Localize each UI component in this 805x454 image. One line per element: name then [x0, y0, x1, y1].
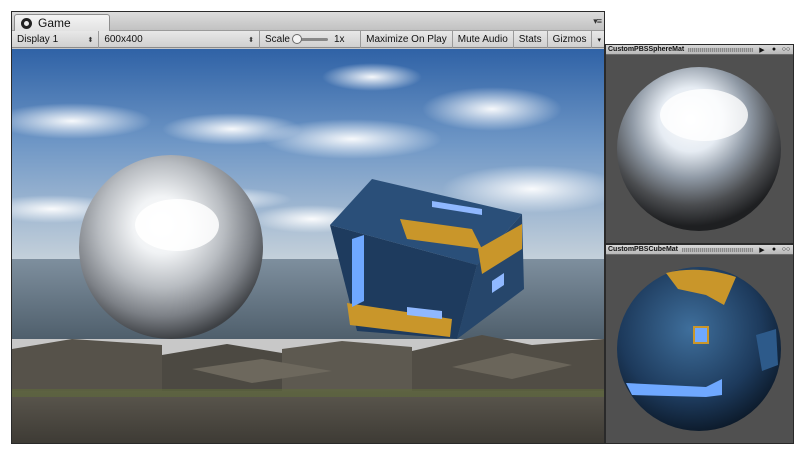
- tab-game[interactable]: Game: [14, 14, 110, 31]
- scale-slider[interactable]: [291, 34, 328, 44]
- mesh-sphere-icon[interactable]: ●: [769, 246, 779, 254]
- scale-label: Scale: [264, 34, 290, 45]
- drag-handle[interactable]: [688, 47, 753, 52]
- resolution-dropdown-label: 600x400: [104, 34, 143, 45]
- material-preview-sphere: CustomPBSSphereMat ▶ ● ○○: [605, 44, 794, 244]
- material-preview-cube: CustomPBSCubeMat ▶ ● ○○: [605, 244, 794, 444]
- moss-strip: [12, 389, 604, 397]
- maximize-on-play-button[interactable]: Maximize On Play: [361, 31, 453, 48]
- scale-value: 1x: [333, 34, 345, 45]
- resolution-dropdown[interactable]: 600x400 ⬍: [99, 31, 260, 48]
- preview-cube-mat-render: [617, 267, 781, 431]
- window-menu-icon[interactable]: ▾≡: [593, 16, 602, 27]
- scale-control: Scale 1x: [260, 31, 362, 48]
- preview-viewport[interactable]: [606, 55, 793, 243]
- display-dropdown-label: Display 1: [17, 34, 59, 45]
- play-icon[interactable]: ▶: [757, 246, 767, 254]
- game-scene: [12, 49, 604, 443]
- glow-square: [693, 326, 709, 344]
- dropdown-arrow-icon: ▾: [597, 36, 601, 44]
- scale-slider-knob[interactable]: [291, 34, 302, 44]
- sphere-highlight: [135, 199, 219, 251]
- game-window: Game ▾≡ Display 1 ⬍ 600x400 ⬍ Scale 1x M…: [11, 11, 605, 444]
- game-viewport[interactable]: [12, 49, 604, 443]
- gizmos-button[interactable]: Gizmos: [548, 31, 593, 48]
- unity-logo-icon: [21, 17, 32, 29]
- preview-sphere-highlight: [660, 89, 748, 141]
- mesh-sphere-icon[interactable]: ●: [769, 46, 779, 54]
- preview-title: CustomPBSCubeMat: [608, 246, 679, 253]
- stats-button[interactable]: Stats: [514, 31, 548, 48]
- preview-title: CustomPBSSphereMat: [608, 46, 685, 53]
- play-icon[interactable]: ▶: [757, 46, 767, 54]
- preview-sphere-render: [617, 67, 781, 231]
- light-toggle-icon[interactable]: ○○: [781, 246, 791, 254]
- gizmos-dropdown-arrow[interactable]: ▾: [592, 31, 604, 48]
- mute-audio-button[interactable]: Mute Audio: [453, 31, 514, 48]
- ground: [12, 391, 604, 443]
- preview-header: CustomPBSSphereMat ▶ ● ○○: [606, 45, 793, 55]
- tab-bar: Game ▾≡: [12, 12, 604, 31]
- updown-arrows-icon: ⬍: [248, 36, 254, 44]
- tab-game-label: Game: [38, 16, 71, 30]
- updown-arrows-icon: ⬍: [87, 36, 94, 44]
- preview-viewport[interactable]: [606, 255, 793, 443]
- drag-handle[interactable]: [682, 247, 753, 252]
- light-toggle-icon[interactable]: ○○: [781, 46, 791, 54]
- game-toolbar: Display 1 ⬍ 600x400 ⬍ Scale 1x Maximize …: [12, 31, 604, 48]
- preview-header: CustomPBSCubeMat ▶ ● ○○: [606, 245, 793, 255]
- display-dropdown[interactable]: Display 1 ⬍: [12, 31, 100, 48]
